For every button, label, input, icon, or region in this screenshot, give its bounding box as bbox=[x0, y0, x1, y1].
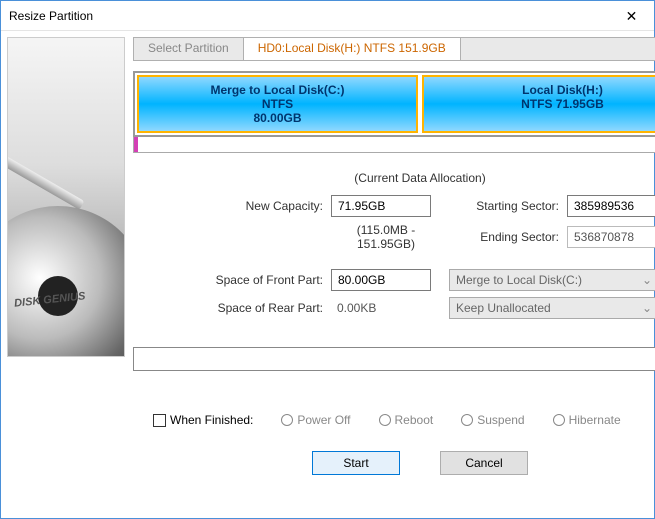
rear-part-combo[interactable]: Keep Unallocated ⌄ bbox=[449, 297, 655, 319]
new-capacity-label: New Capacity: bbox=[193, 199, 323, 213]
front-part-input[interactable] bbox=[331, 269, 431, 291]
resize-partition-window: Resize Partition ✕ DISK GENIUS Select Pa… bbox=[0, 0, 655, 519]
partition-map[interactable]: Merge to Local Disk(C:) NTFS 80.00GB Loc… bbox=[133, 71, 655, 137]
when-finished-row: When Finished: Power Off Reboot Suspend … bbox=[153, 413, 655, 427]
radio-icon bbox=[553, 414, 565, 426]
radio-poweroff[interactable]: Power Off bbox=[281, 413, 350, 427]
radio-icon bbox=[461, 414, 473, 426]
starting-sector-label: Starting Sector: bbox=[449, 199, 559, 213]
content: DISK GENIUS Select Partition HD0:Local D… bbox=[1, 31, 654, 518]
partition-box-local-h[interactable]: Local Disk(H:) NTFS 71.95GB bbox=[422, 75, 655, 133]
main-panel: Select Partition HD0:Local Disk(H:) NTFS… bbox=[131, 31, 655, 518]
start-button[interactable]: Start bbox=[312, 451, 400, 475]
close-button[interactable]: ✕ bbox=[609, 1, 654, 31]
partition-line1: Merge to Local Disk(C:) bbox=[210, 83, 344, 97]
partition-line2: NTFS 71.95GB bbox=[428, 97, 655, 111]
tab-bar: Select Partition HD0:Local Disk(H:) NTFS… bbox=[133, 37, 655, 61]
capacity-grid: New Capacity: Starting Sector: (115.0MB … bbox=[193, 195, 655, 251]
disk-arm-graphic bbox=[7, 156, 84, 210]
allocation-caption: (Current Data Allocation) bbox=[133, 171, 655, 185]
rear-part-label: Space of Rear Part: bbox=[193, 301, 323, 315]
partition-line3: 80.00GB bbox=[143, 111, 412, 125]
starting-sector-input[interactable] bbox=[567, 195, 655, 217]
progress-area bbox=[133, 347, 655, 371]
front-part-combo-value: Merge to Local Disk(C:) bbox=[456, 273, 582, 287]
chevron-down-icon: ⌄ bbox=[642, 273, 652, 287]
progress-bar bbox=[133, 347, 655, 371]
partition-resize-slider[interactable] bbox=[133, 137, 655, 153]
tab-active-disk[interactable]: HD0:Local Disk(H:) NTFS 151.9GB bbox=[244, 38, 461, 60]
button-row: Start Cancel bbox=[133, 451, 655, 475]
front-part-label: Space of Front Part: bbox=[193, 273, 323, 287]
ending-sector-label: Ending Sector: bbox=[449, 230, 559, 244]
rear-part-combo-value: Keep Unallocated bbox=[456, 301, 551, 315]
partition-box-merge-c[interactable]: Merge to Local Disk(C:) NTFS 80.00GB bbox=[137, 75, 418, 133]
capacity-range-hint: (115.0MB - 151.95GB) bbox=[331, 223, 441, 251]
tab-select-partition[interactable]: Select Partition bbox=[134, 38, 244, 60]
front-part-combo[interactable]: Merge to Local Disk(C:) ⌄ bbox=[449, 269, 655, 291]
space-grid: Space of Front Part: Merge to Local Disk… bbox=[193, 269, 655, 319]
radio-icon bbox=[379, 414, 391, 426]
partition-line1: Local Disk(H:) bbox=[522, 83, 603, 97]
radio-reboot[interactable]: Reboot bbox=[379, 413, 434, 427]
ending-sector-input[interactable] bbox=[567, 226, 655, 248]
checkbox-icon bbox=[153, 414, 166, 427]
sidebar: DISK GENIUS bbox=[1, 31, 131, 518]
when-finished-checkbox[interactable]: When Finished: bbox=[153, 413, 253, 427]
partition-line2: NTFS bbox=[143, 97, 412, 111]
radio-suspend[interactable]: Suspend bbox=[461, 413, 524, 427]
rear-part-input bbox=[331, 297, 431, 319]
sidebar-image: DISK GENIUS bbox=[7, 37, 125, 357]
window-title: Resize Partition bbox=[9, 9, 93, 23]
cancel-button[interactable]: Cancel bbox=[440, 451, 528, 475]
titlebar: Resize Partition ✕ bbox=[1, 1, 654, 31]
radio-hibernate[interactable]: Hibernate bbox=[553, 413, 621, 427]
chevron-down-icon: ⌄ bbox=[642, 301, 652, 315]
radio-icon bbox=[281, 414, 293, 426]
new-capacity-input[interactable] bbox=[331, 195, 431, 217]
when-finished-label: When Finished: bbox=[170, 413, 253, 427]
